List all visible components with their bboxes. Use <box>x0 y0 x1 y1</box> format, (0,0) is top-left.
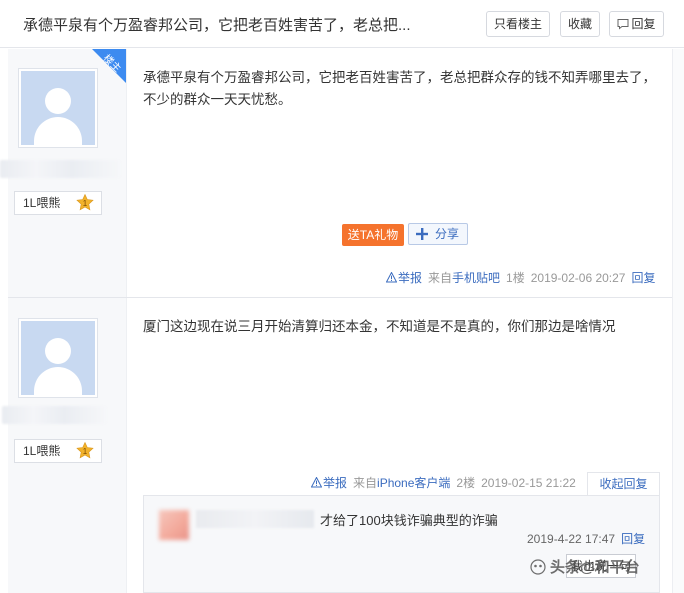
post-1-level-badge: 1L喂熊 1 <box>14 191 102 215</box>
report-link[interactable]: 举报 <box>311 476 347 490</box>
reply-button[interactable]: 回复 <box>609 11 664 37</box>
watermark-logo-icon <box>530 559 546 575</box>
post-2-level-badge: 1L喂熊 1 <box>14 439 102 463</box>
floor-number: 1楼 <box>506 271 525 285</box>
post-1-username-blurred[interactable] <box>0 160 120 178</box>
post-2-meta: 举报 来自iPhone客户端 2楼 2019-02-15 21:22 <box>311 475 576 491</box>
post-1-content: 承德平泉有个万盈睿邦公司，它把老百姓害苦了，老总把群众存的钱不知弄哪里去了，不少… <box>143 70 656 107</box>
post-2-username-blurred[interactable] <box>2 406 106 424</box>
source-prefix: 来自 <box>428 271 453 285</box>
thread-title: 承德平泉有个万盈睿邦公司，它把老百姓害苦了，老总把... <box>23 17 411 34</box>
favorite-button[interactable]: 收藏 <box>560 11 600 37</box>
report-link[interactable]: 举报 <box>386 271 422 285</box>
medal-icon: 1 <box>76 442 94 459</box>
svg-text:1: 1 <box>83 199 88 208</box>
warning-icon <box>311 477 322 488</box>
post-2-content: 厦门这边现在说三月开始清算归还本金，不知道是不是真的，你们那边是啥情况 <box>143 319 616 334</box>
floor-number: 2楼 <box>456 476 476 490</box>
post-1-reply-link[interactable]: 回复 <box>631 271 655 285</box>
warning-icon <box>386 272 397 283</box>
post-1-meta: 举报 来自手机贴吧 1楼 2019-02-06 20:27 回复 <box>386 270 656 286</box>
subreply-reply-link[interactable]: 回复 <box>621 532 645 546</box>
post-time: 2019-02-06 20:27 <box>530 271 626 285</box>
medal-icon: 1 <box>76 194 94 211</box>
comment-icon <box>617 19 629 30</box>
thread-header: 承德平泉有个万盈睿邦公司，它把老百姓害苦了，老总把... 只看楼主 收藏 回复 <box>0 0 684 48</box>
collapse-replies-tab[interactable]: 收起回复 <box>587 472 660 496</box>
post-1-level-label: 1L喂熊 <box>23 196 61 210</box>
source-client-link[interactable]: iPhone客户端 <box>377 476 450 490</box>
subreply-meta: 2019-4-22 17:47 回复 <box>527 530 645 547</box>
svg-text:1: 1 <box>83 447 88 456</box>
share-button[interactable]: 分享 <box>408 223 468 245</box>
right-sidebar-edge <box>672 49 684 593</box>
reply-button-label: 回复 <box>631 17 656 31</box>
post-1-avatar[interactable] <box>18 68 98 148</box>
post-2-avatar[interactable] <box>18 318 98 398</box>
watermark: 头条@和平台 <box>530 556 640 577</box>
source-prefix: 来自 <box>353 476 378 490</box>
share-label: 分享 <box>435 227 460 241</box>
subreply-text: 才给了100块钱诈骗典型的诈骗 <box>320 513 498 528</box>
send-gift-button[interactable]: 送TA礼物 <box>342 224 404 246</box>
plus-icon <box>416 228 428 240</box>
post-time: 2019-02-15 21:22 <box>481 476 576 490</box>
subreply-time: 2019-4-22 17:47 <box>527 532 616 546</box>
subreply-panel: 才给了100块钱诈骗典型的诈骗 2019-4-22 17:47 回复 我也说一句 <box>143 495 660 593</box>
only-louzhu-button[interactable]: 只看楼主 <box>486 11 550 37</box>
post-2-level-label: 1L喂熊 <box>23 444 61 458</box>
subreply-avatar-blurred[interactable] <box>159 510 189 540</box>
subreply-username-blurred[interactable] <box>196 510 314 528</box>
source-client-link[interactable]: 手机贴吧 <box>452 271 500 285</box>
